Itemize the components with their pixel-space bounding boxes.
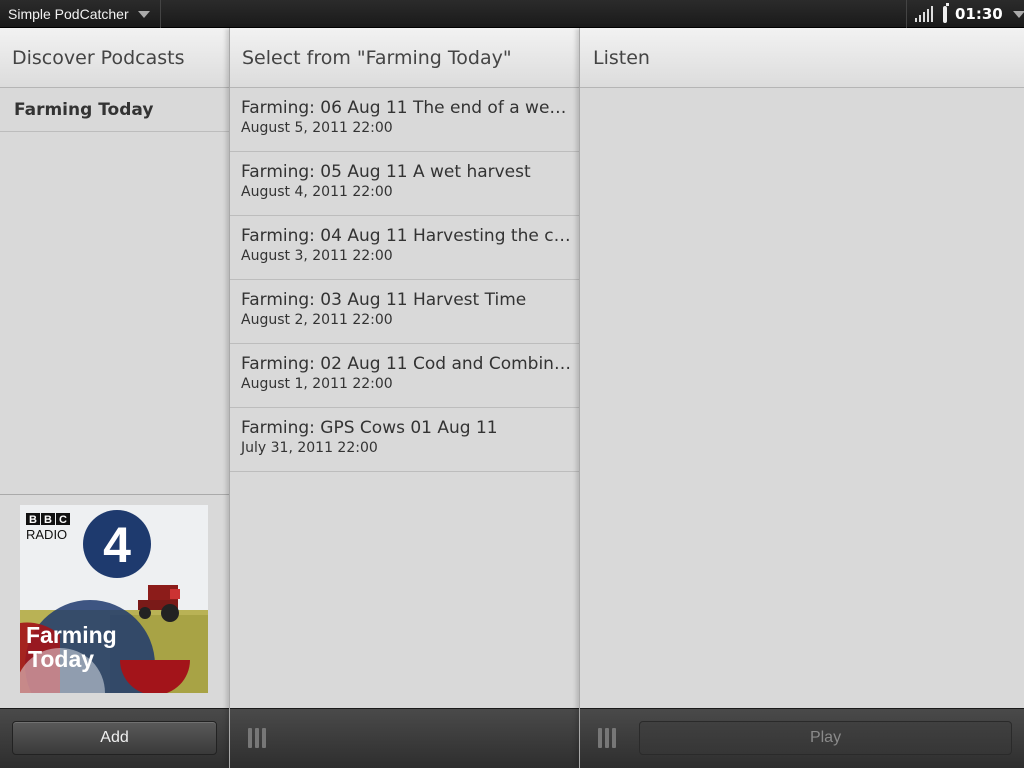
episode-item[interactable]: Farming: GPS Cows 01 Aug 11 July 31, 201… xyxy=(230,408,579,472)
battery-icon xyxy=(943,2,949,23)
bbc-letter: B xyxy=(29,514,37,526)
podcast-artwork: B B C RADIO 4 Farming Today xyxy=(20,505,208,693)
pane-title: Discover Podcasts xyxy=(0,28,229,88)
listen-pane: Listen Play xyxy=(579,28,1024,768)
show-title-line1: Farming xyxy=(26,622,117,648)
command-bar xyxy=(230,708,579,768)
radio-label: RADIO xyxy=(26,527,67,542)
bbc-letter: C xyxy=(59,514,67,526)
episode-item[interactable]: Farming: 06 Aug 11 The end of a week's..… xyxy=(230,88,579,152)
episode-title: Farming: 02 Aug 11 Cod and Combines xyxy=(241,354,571,374)
status-bar: Simple PodCatcher 01:30 xyxy=(0,0,1024,28)
command-bar: Add xyxy=(0,708,229,768)
episode-title: Farming: 05 Aug 11 A wet harvest xyxy=(241,162,531,182)
bbc-letter: B xyxy=(44,514,52,526)
clock: 01:30 xyxy=(955,5,1003,23)
app-menu[interactable]: Simple PodCatcher xyxy=(0,0,161,28)
discover-pane: Discover Podcasts Farming Today B B C RA… xyxy=(0,28,229,768)
pane-title: Listen xyxy=(580,28,1024,88)
play-button[interactable]: Play xyxy=(639,721,1012,755)
artwork-graphic: B B C RADIO 4 Farming Today xyxy=(20,505,208,693)
episode-title: Farming: GPS Cows 01 Aug 11 xyxy=(241,418,498,438)
artwork-area: B B C RADIO 4 Farming Today xyxy=(0,494,229,708)
episode-date: July 31, 2011 22:00 xyxy=(241,440,378,456)
episode-date: August 5, 2011 22:00 xyxy=(241,120,393,136)
episode-title: Farming: 04 Aug 11 Harvesting the crops xyxy=(241,226,571,246)
episode-item[interactable]: Farming: 05 Aug 11 A wet harvest August … xyxy=(230,152,579,216)
episode-title: Farming: 06 Aug 11 The end of a week's..… xyxy=(241,98,571,118)
episode-item[interactable]: Farming: 02 Aug 11 Cod and Combines Augu… xyxy=(230,344,579,408)
app-title: Simple PodCatcher xyxy=(8,6,129,22)
grip-icon[interactable] xyxy=(598,728,616,748)
add-button[interactable]: Add xyxy=(12,721,217,755)
podcast-list-item[interactable]: Farming Today xyxy=(0,88,229,132)
system-menu[interactable]: 01:30 xyxy=(906,0,1024,28)
signal-strength-icon xyxy=(915,6,933,22)
chevron-down-icon xyxy=(1012,10,1024,18)
episode-title: Farming: 03 Aug 11 Harvest Time xyxy=(241,290,527,310)
episode-item[interactable]: Farming: 03 Aug 11 Harvest Time August 2… xyxy=(230,280,579,344)
show-title-line2: Today xyxy=(28,646,94,672)
episode-item[interactable]: Farming: 04 Aug 11 Harvesting the crops … xyxy=(230,216,579,280)
episode-date: August 4, 2011 22:00 xyxy=(241,184,393,200)
station-number: 4 xyxy=(103,517,131,573)
command-bar: Play xyxy=(580,708,1024,768)
chevron-down-icon xyxy=(138,11,150,18)
episode-date: August 3, 2011 22:00 xyxy=(241,248,393,264)
episode-date: August 2, 2011 22:00 xyxy=(241,312,393,328)
episodes-pane: Select from "Farming Today" Farming: 06 … xyxy=(229,28,579,768)
pane-title: Select from "Farming Today" xyxy=(230,28,579,88)
grip-icon[interactable] xyxy=(248,728,266,748)
episode-date: August 1, 2011 22:00 xyxy=(241,376,393,392)
